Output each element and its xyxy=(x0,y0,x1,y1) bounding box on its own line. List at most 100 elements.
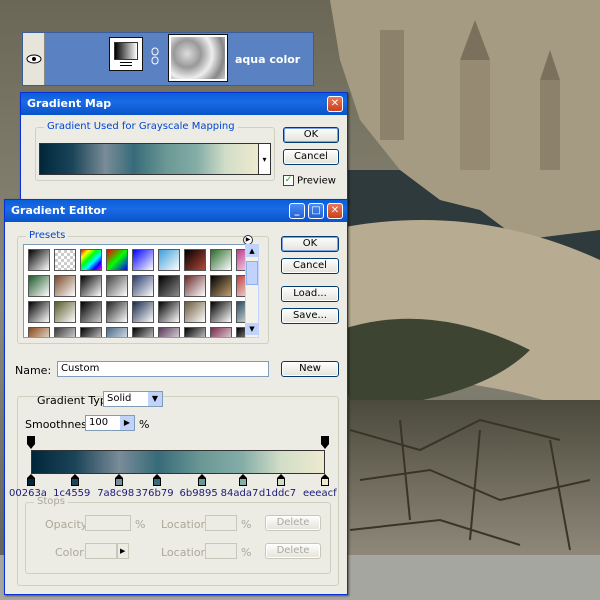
preset-swatch[interactable] xyxy=(28,327,50,337)
color-stop[interactable] xyxy=(197,474,206,487)
preset-swatch[interactable] xyxy=(210,301,232,323)
color-stop[interactable] xyxy=(153,474,162,487)
preset-swatch[interactable] xyxy=(158,327,180,337)
gradient-map-thumbnail[interactable] xyxy=(109,37,143,71)
gradient-editor-dialog: Gradient Editor _ □ ✕ Presets ▶ ▲ ▼ OK C… xyxy=(4,199,348,595)
presets-scrollbar[interactable]: ▲ ▼ xyxy=(245,244,259,338)
preview-checkbox[interactable]: ✓ Preview xyxy=(283,175,336,187)
layer-name[interactable]: aqua color xyxy=(235,53,300,66)
editor-ok-button[interactable]: OK xyxy=(281,236,339,252)
preset-swatch[interactable] xyxy=(28,301,50,323)
preset-swatch[interactable] xyxy=(80,301,102,323)
preset-swatch[interactable] xyxy=(158,301,180,323)
opacity-unit: % xyxy=(135,518,146,531)
preset-swatch[interactable] xyxy=(28,275,50,297)
color-stop-label: 6b9895 xyxy=(179,488,218,499)
opacity-stop-right[interactable] xyxy=(320,435,330,449)
close-icon[interactable]: ✕ xyxy=(327,203,343,219)
smoothness-value: 100 xyxy=(89,417,109,428)
gradient-bar[interactable] xyxy=(31,450,325,474)
preset-swatch[interactable] xyxy=(80,275,102,297)
smoothness-unit: % xyxy=(139,418,150,431)
name-field[interactable]: Custom xyxy=(57,361,269,377)
chevron-right-icon[interactable]: ▶ xyxy=(120,416,134,430)
preset-swatch[interactable] xyxy=(54,301,76,323)
chevron-right-icon[interactable]: ▶ xyxy=(117,543,129,559)
color-stop[interactable] xyxy=(27,474,35,487)
preset-swatch[interactable] xyxy=(80,327,102,337)
color-stop-label: eeeacf xyxy=(303,488,337,499)
preset-swatch[interactable] xyxy=(158,249,180,271)
color-location-label: Location: xyxy=(161,546,212,559)
stops-label: Stops xyxy=(34,496,68,507)
preset-swatch[interactable] xyxy=(132,327,154,337)
color-stop-label: 376b79 xyxy=(135,488,174,499)
gradient-preview-bar[interactable] xyxy=(39,143,259,175)
smoothness-field[interactable]: 100 ▶ xyxy=(85,415,135,431)
opacity-delete-button[interactable]: Delete xyxy=(265,515,321,531)
close-icon[interactable]: ✕ xyxy=(327,96,343,112)
name-label: Name: xyxy=(15,364,52,377)
color-location-field[interactable] xyxy=(205,543,237,559)
color-delete-button[interactable]: Delete xyxy=(265,543,321,559)
scroll-down-icon[interactable]: ▼ xyxy=(246,323,258,335)
preset-swatch[interactable] xyxy=(210,327,232,337)
preset-swatch[interactable] xyxy=(54,327,76,337)
gradient-map-ok-button[interactable]: OK xyxy=(283,127,339,143)
color-swatch-field[interactable] xyxy=(85,543,117,559)
save-button[interactable]: Save... xyxy=(281,308,339,324)
preset-swatch[interactable] xyxy=(106,327,128,337)
layer-mask-thumbnail[interactable] xyxy=(168,34,228,82)
color-stop[interactable] xyxy=(238,474,247,487)
layer-row[interactable]: aqua color xyxy=(22,32,314,86)
preset-swatch[interactable] xyxy=(210,249,232,271)
eye-icon[interactable] xyxy=(23,33,45,85)
preset-swatch[interactable] xyxy=(210,275,232,297)
new-button[interactable]: New xyxy=(281,361,339,377)
gradient-editor-title: Gradient Editor xyxy=(11,204,107,217)
presets-grid xyxy=(23,244,257,338)
editor-cancel-button[interactable]: Cancel xyxy=(281,258,339,274)
preset-swatch[interactable] xyxy=(106,249,128,271)
color-stop-label: 84ada7 xyxy=(220,488,259,499)
color-stop[interactable] xyxy=(115,474,124,487)
color-stop[interactable] xyxy=(276,474,285,487)
preset-swatch[interactable] xyxy=(106,275,128,297)
chevron-down-icon[interactable]: ▼ xyxy=(148,392,162,406)
color-stop[interactable] xyxy=(71,474,80,487)
preset-swatch[interactable] xyxy=(106,301,128,323)
opacity-field[interactable] xyxy=(85,515,131,531)
gradient-editor-titlebar[interactable]: Gradient Editor _ □ ✕ xyxy=(5,200,347,222)
color-label: Color: xyxy=(55,546,88,559)
preset-swatch[interactable] xyxy=(28,249,50,271)
preset-swatch[interactable] xyxy=(54,275,76,297)
preset-swatch[interactable] xyxy=(158,275,180,297)
minimize-icon[interactable]: _ xyxy=(289,203,305,219)
gradient-swatch-icon xyxy=(114,42,138,60)
preset-swatch[interactable] xyxy=(132,275,154,297)
preview-label: Preview xyxy=(297,175,336,187)
preset-swatch[interactable] xyxy=(132,249,154,271)
color-stop[interactable] xyxy=(321,474,329,487)
preset-swatch[interactable] xyxy=(184,249,206,271)
preset-swatch[interactable] xyxy=(54,249,76,271)
preset-swatch[interactable] xyxy=(184,275,206,297)
scroll-up-icon[interactable]: ▲ xyxy=(246,245,258,257)
link-icon[interactable] xyxy=(151,47,161,67)
preset-swatch[interactable] xyxy=(184,301,206,323)
color-stop-label: d1ddc7 xyxy=(258,488,297,499)
preset-swatch[interactable] xyxy=(184,327,206,337)
maximize-icon[interactable]: □ xyxy=(308,203,324,219)
opacity-location-label: Location: xyxy=(161,518,212,531)
gradient-map-titlebar[interactable]: Gradient Map ✕ xyxy=(21,93,347,115)
opacity-stop-left[interactable] xyxy=(26,435,36,449)
preset-swatch[interactable] xyxy=(80,249,102,271)
opacity-location-field[interactable] xyxy=(205,515,237,531)
gradient-type-select[interactable]: Solid ▼ xyxy=(103,391,163,407)
load-button[interactable]: Load... xyxy=(281,286,339,302)
adjustment-icon xyxy=(120,62,132,66)
scrollbar-thumb[interactable] xyxy=(246,261,258,285)
gradient-map-cancel-button[interactable]: Cancel xyxy=(283,149,339,165)
chevron-down-icon[interactable]: ▾ xyxy=(259,143,271,175)
preset-swatch[interactable] xyxy=(132,301,154,323)
